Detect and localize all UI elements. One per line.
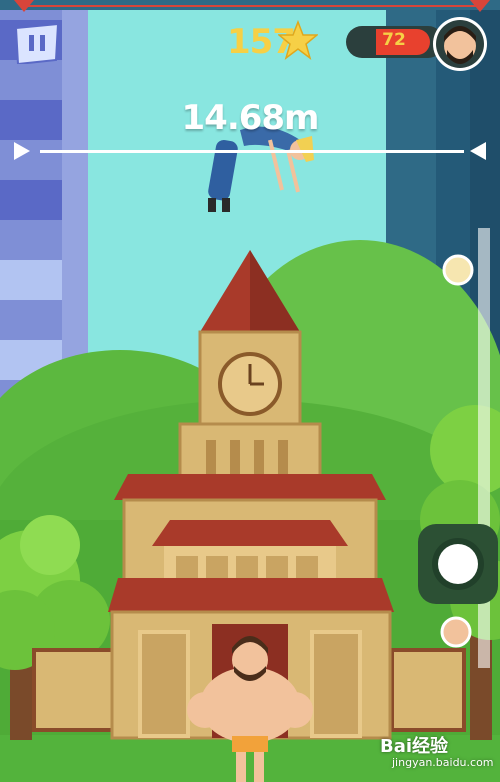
opponent-progress-icon [440,616,472,648]
flying-character [208,126,314,212]
star-icon [278,20,318,60]
watermark-brand: Bai经验 [380,736,449,757]
height-track [40,150,464,153]
avatar-icon[interactable] [432,16,488,72]
player-progress-icon [442,254,474,286]
pause-button[interactable] [14,22,60,66]
watermark-url: jingyan.baidu.com [392,756,494,769]
height-label: 14.68m [181,98,320,138]
jump-button-icon [438,544,478,584]
opponent-count: 72 [382,30,406,50]
pause-icon [14,22,60,66]
